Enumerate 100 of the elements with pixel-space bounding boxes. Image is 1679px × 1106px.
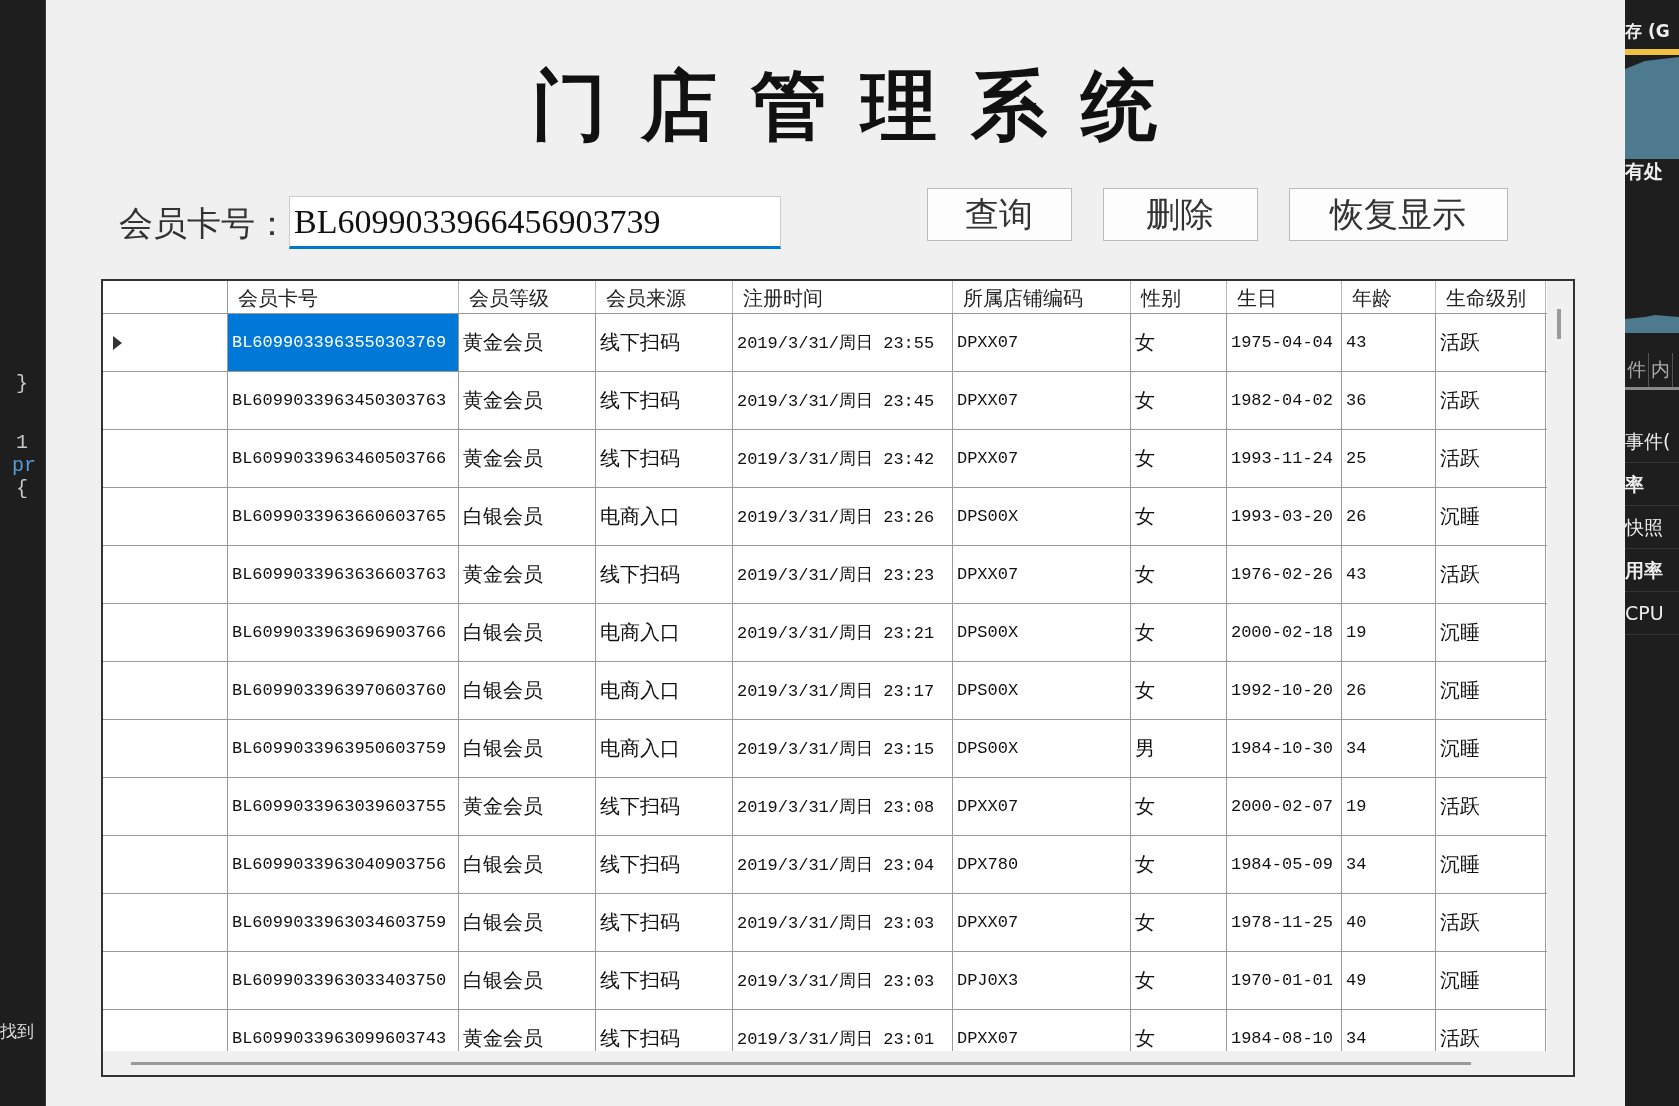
- table-cell: 沉睡: [1435, 488, 1546, 545]
- app-title: 门店管理系统: [530, 68, 1191, 144]
- table-cell: 2019/3/31/周日 23:03: [732, 894, 953, 951]
- table-cell: 沉睡: [1435, 952, 1546, 1009]
- table-cell: 白银会员: [458, 720, 596, 777]
- column-header[interactable]: 生命级别: [1435, 281, 1546, 313]
- table-cell: 电商入口: [595, 604, 733, 661]
- action-button[interactable]: 删除: [1102, 188, 1258, 241]
- table-cell: 1984-10-30: [1226, 720, 1342, 777]
- table-cell: 2019/3/31/周日 23:55: [732, 314, 953, 371]
- table-cell: 活跃: [1435, 430, 1546, 487]
- table-cell: DPXX07: [952, 372, 1131, 429]
- table-cell: 黄金会员: [458, 430, 596, 487]
- table-cell: 女: [1130, 836, 1227, 893]
- table-cell: 线下扫码: [595, 372, 733, 429]
- panel-tab[interactable]: 内: [1649, 353, 1674, 387]
- action-button[interactable]: 恢复显示: [1288, 188, 1508, 241]
- table-cell: 线下扫码: [595, 836, 733, 893]
- table-cell: 白银会员: [458, 604, 596, 661]
- panel-item: CPU: [1625, 592, 1679, 635]
- table-cell: BL6099033963660603765: [227, 488, 459, 545]
- table-cell: BL6099033963040903756: [227, 836, 459, 893]
- cpu-graph: [1625, 315, 1679, 333]
- card-number-field[interactable]: BL6099033966456903739: [288, 196, 781, 249]
- table-cell: 女: [1130, 372, 1227, 429]
- code-text: 1: [16, 431, 29, 454]
- panel-heading: 存 (G: [1625, 20, 1671, 43]
- table-cell: 1978-11-25: [1226, 894, 1342, 951]
- table-cell: 2019/3/31/周日 23:23: [732, 546, 953, 603]
- table-cell: 线下扫码: [595, 546, 733, 603]
- table-cell: 26: [1341, 662, 1436, 719]
- column-header[interactable]: 会员等级: [458, 281, 596, 313]
- table-cell: DPJ0X3: [952, 952, 1131, 1009]
- table-cell: 活跃: [1435, 778, 1546, 835]
- code-text: pr: [12, 454, 37, 477]
- table-cell: 49: [1341, 952, 1436, 1009]
- column-header[interactable]: 会员卡号: [227, 281, 459, 313]
- table-cell: 2000-02-18: [1226, 604, 1342, 661]
- column-header[interactable]: 生日: [1226, 281, 1342, 313]
- table-cell: BL6099033963450303763: [227, 372, 459, 429]
- scrollbar-thumb[interactable]: [1556, 309, 1561, 339]
- table-cell: 2019/3/31/周日 23:42: [732, 430, 953, 487]
- table-cell: 1976-02-26: [1226, 546, 1342, 603]
- table-cell: 1975-04-04: [1226, 314, 1342, 371]
- table-cell: 沉睡: [1435, 604, 1546, 661]
- table-cell: DPS00X: [952, 720, 1131, 777]
- table-cell: 女: [1130, 546, 1227, 603]
- table-cell: 黄金会员: [458, 778, 596, 835]
- table-cell: BL6099033963039603755: [227, 778, 459, 835]
- table-cell: 19: [1341, 778, 1436, 835]
- table-cell: 34: [1341, 720, 1436, 777]
- table-cell: BL6099033963950603759: [227, 720, 459, 777]
- table-cell: 沉睡: [1435, 720, 1546, 777]
- table-cell: 活跃: [1435, 314, 1546, 371]
- field-label: 会员卡号：: [118, 202, 289, 245]
- table-cell: 活跃: [1435, 546, 1546, 603]
- panel-item: 率: [1625, 463, 1679, 506]
- column-header[interactable]: 注册时间: [732, 281, 953, 313]
- table-cell: BL6099033963033403750: [227, 952, 459, 1009]
- table-cell: 黄金会员: [458, 372, 596, 429]
- column-header[interactable]: 会员来源: [595, 281, 733, 313]
- table-cell: 40: [1341, 894, 1436, 951]
- table-cell: 女: [1130, 488, 1227, 545]
- panel-item: 快照: [1625, 506, 1679, 549]
- column-header[interactable]: 性别: [1130, 281, 1227, 313]
- table-cell: 黄金会员: [458, 314, 596, 371]
- table-cell: 活跃: [1435, 372, 1546, 429]
- table-cell: BL6099033963550303769: [227, 314, 459, 371]
- table-cell: 26: [1341, 488, 1436, 545]
- table-cell: 1993-11-24: [1226, 430, 1342, 487]
- table-cell: 2019/3/31/周日 23:17: [732, 662, 953, 719]
- table-cell: 线下扫码: [595, 952, 733, 1009]
- table-cell: 女: [1130, 894, 1227, 951]
- table-cell: 男: [1130, 720, 1227, 777]
- action-button[interactable]: 查询: [926, 188, 1072, 241]
- table-cell: 1992-10-20: [1226, 662, 1342, 719]
- panel-tab[interactable]: 件: [1625, 353, 1650, 387]
- table-cell: BL6099033963696903766: [227, 604, 459, 661]
- table-cell: 2019/3/31/周日 23:21: [732, 604, 953, 661]
- table-cell: DPXX07: [952, 430, 1131, 487]
- table-cell: 线下扫码: [595, 430, 733, 487]
- column-header[interactable]: 年龄: [1341, 281, 1436, 313]
- table-cell: 36: [1341, 372, 1436, 429]
- table-cell: 线下扫码: [595, 778, 733, 835]
- table-cell: 2019/3/31/周日 23:08: [732, 778, 953, 835]
- table-cell: 34: [1341, 836, 1436, 893]
- table-cell: BL6099033963970603760: [227, 662, 459, 719]
- table-cell: 电商入口: [595, 488, 733, 545]
- table-cell: 女: [1130, 778, 1227, 835]
- table-cell: 女: [1130, 314, 1227, 371]
- table-cell: 黄金会员: [458, 546, 596, 603]
- table-cell: 43: [1341, 546, 1436, 603]
- table-cell: 白银会员: [458, 662, 596, 719]
- column-header[interactable]: 所属店铺编码: [952, 281, 1131, 313]
- scrollbar-thumb[interactable]: [130, 1061, 1471, 1065]
- table-cell: 白银会员: [458, 894, 596, 951]
- table-cell: 25: [1341, 430, 1436, 487]
- table-cell: DPX780: [952, 836, 1131, 893]
- table-cell: 白银会员: [458, 836, 596, 893]
- table-cell: 2019/3/31/周日 23:45: [732, 372, 953, 429]
